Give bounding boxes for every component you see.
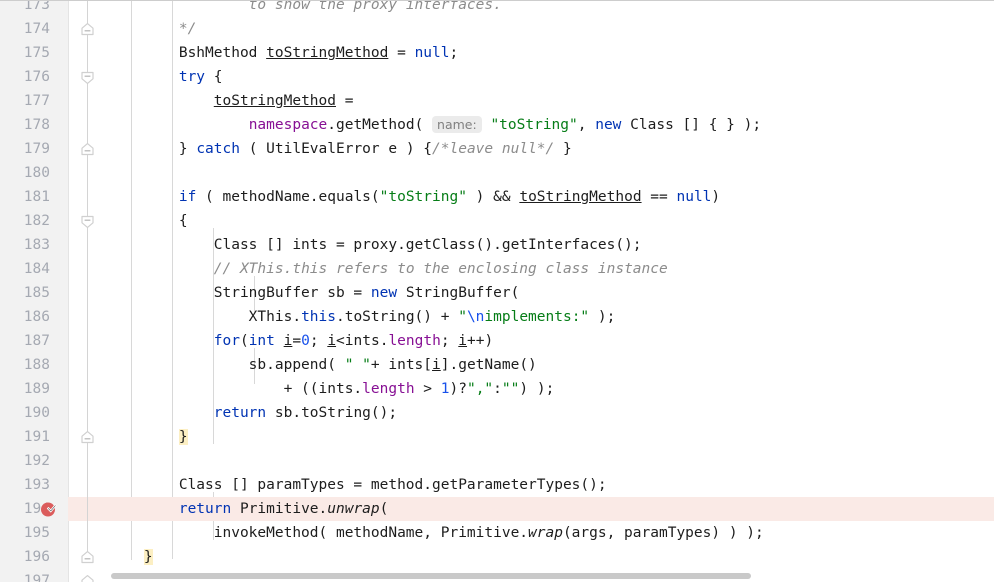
code-line-row[interactable]: 195 invokeMethod( methodName, Primitive.…: [0, 521, 994, 545]
line-number: 182: [23, 213, 50, 229]
code-line-text[interactable]: toStringMethod =: [109, 89, 354, 113]
code-line-text[interactable]: BshMethod toStringMethod = null;: [109, 41, 458, 65]
code-line-row[interactable]: 187 for(int i=0; i<ints.length; i++): [0, 329, 994, 353]
line-number: 189: [23, 381, 50, 397]
code-line-text[interactable]: sb.append( " "+ ints[i].getName(): [109, 353, 537, 377]
line-number: 175: [23, 45, 50, 61]
code-line-text[interactable]: namespace.getMethod( name: "toString", n…: [109, 113, 761, 137]
code-line-row[interactable]: 190 return sb.toString();: [0, 401, 994, 425]
code-line-text[interactable]: + ((ints.length > 1)?",":"") );: [109, 377, 555, 401]
line-number: 181: [23, 189, 50, 205]
line-number: 187: [23, 333, 50, 349]
code-line-text[interactable]: return Primitive.unwrap(: [109, 497, 389, 521]
code-line-row[interactable]: 194 return Primitive.unwrap(: [0, 497, 994, 521]
code-line-row[interactable]: 182 {: [0, 209, 994, 233]
code-line-text[interactable]: invokeMethod( methodName, Primitive.wrap…: [109, 521, 764, 545]
line-number: 191: [23, 429, 50, 445]
fold-expand-icon[interactable]: [80, 574, 95, 582]
fold-expand-icon[interactable]: [80, 430, 95, 445]
line-number: 192: [23, 453, 50, 469]
code-line-row[interactable]: 178 namespace.getMethod( name: "toString…: [0, 113, 994, 137]
line-number: 173: [23, 0, 50, 13]
code-line-row[interactable]: 193 Class [] paramTypes = method.getPara…: [0, 473, 994, 497]
code-line-row[interactable]: 185 StringBuffer sb = new StringBuffer(: [0, 281, 994, 305]
editor-top-border: [0, 0, 994, 1]
line-number: 183: [23, 237, 50, 253]
line-number: 180: [23, 165, 50, 181]
line-number: 197: [23, 573, 50, 582]
line-number: 193: [23, 477, 50, 493]
line-number: 178: [23, 117, 50, 133]
code-line-row[interactable]: 175 BshMethod toStringMethod = null;: [0, 41, 994, 65]
code-line-row[interactable]: 179 } catch ( UtilEvalError e ) {/*leave…: [0, 137, 994, 161]
fold-collapse-icon[interactable]: [80, 70, 95, 85]
line-number: 195: [23, 525, 50, 541]
code-line-row[interactable]: 189 + ((ints.length > 1)?",":"") );: [0, 377, 994, 401]
horizontal-scrollbar-thumb[interactable]: [111, 573, 751, 579]
code-line-row[interactable]: 177 toStringMethod =: [0, 89, 994, 113]
code-line-text[interactable]: }: [109, 425, 188, 449]
code-line-text[interactable]: Class [] paramTypes = method.getParamete…: [109, 473, 607, 497]
code-line-row[interactable]: 173 to show the proxy interfaces.: [0, 0, 994, 17]
fold-expand-icon[interactable]: [80, 22, 95, 37]
code-line-text[interactable]: return sb.toString();: [109, 401, 397, 425]
breakpoint-verified-icon[interactable]: [40, 500, 58, 518]
line-number: 174: [23, 21, 50, 37]
code-editor[interactable]: 173 to show the proxy interfaces. 174 */1…: [0, 0, 994, 582]
code-line-row[interactable]: 196 }: [0, 545, 994, 569]
code-line-text[interactable]: {: [109, 209, 188, 233]
line-number: 176: [23, 69, 50, 85]
line-number: 186: [23, 309, 50, 325]
code-line-text[interactable]: if ( methodName.equals("toString" ) && t…: [109, 185, 720, 209]
code-line-text[interactable]: }: [109, 545, 153, 569]
code-line-text[interactable]: to show the proxy interfaces.: [109, 0, 502, 17]
code-line-row[interactable]: 176 try {: [0, 65, 994, 89]
line-number: 190: [23, 405, 50, 421]
code-line-text[interactable]: for(int i=0; i<ints.length; i++): [109, 329, 493, 353]
code-line-text[interactable]: StringBuffer sb = new StringBuffer(: [109, 281, 520, 305]
line-number: 188: [23, 357, 50, 373]
code-line-row[interactable]: 181 if ( methodName.equals("toString" ) …: [0, 185, 994, 209]
fold-collapse-icon[interactable]: [80, 214, 95, 229]
code-line-row[interactable]: 188 sb.append( " "+ ints[i].getName(): [0, 353, 994, 377]
code-line-row[interactable]: 174 */: [0, 17, 994, 41]
code-line-text[interactable]: */: [109, 17, 196, 41]
line-number: 177: [23, 93, 50, 109]
code-lines[interactable]: 173 to show the proxy interfaces. 174 */1…: [0, 0, 994, 582]
code-line-row[interactable]: 184 // XThis.this refers to the enclosin…: [0, 257, 994, 281]
code-line-row[interactable]: 191 }: [0, 425, 994, 449]
code-line-text[interactable]: Class [] ints = proxy.getClass().getInte…: [109, 233, 642, 257]
code-line-text[interactable]: XThis.this.toString() + "\nimplements:" …: [109, 305, 616, 329]
code-line-row[interactable]: 192: [0, 449, 994, 473]
code-line-row[interactable]: 183 Class [] ints = proxy.getClass().get…: [0, 233, 994, 257]
code-line-text[interactable]: try {: [109, 65, 223, 89]
fold-expand-icon[interactable]: [80, 550, 95, 565]
line-number: 196: [23, 549, 50, 565]
code-line-row[interactable]: 180: [0, 161, 994, 185]
line-number: 184: [23, 261, 50, 277]
line-number: 185: [23, 285, 50, 301]
line-number: 179: [23, 141, 50, 157]
code-line-row[interactable]: 186 XThis.this.toString() + "\nimplement…: [0, 305, 994, 329]
fold-expand-icon[interactable]: [80, 142, 95, 157]
code-line-text[interactable]: } catch ( UtilEvalError e ) {/*leave nul…: [109, 137, 572, 161]
code-line-text[interactable]: // XThis.this refers to the enclosing cl…: [109, 257, 668, 281]
